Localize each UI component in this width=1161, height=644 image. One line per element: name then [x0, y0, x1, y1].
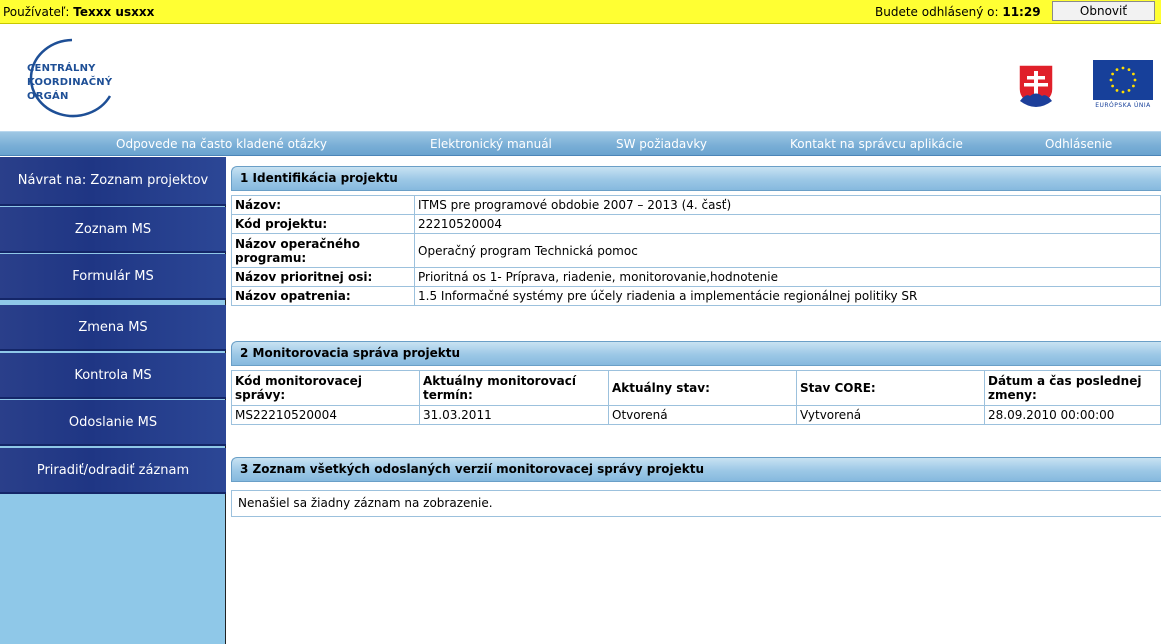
- monitoring-report-table: Kód monitorovacej správy: Aktuálny monit…: [231, 370, 1161, 425]
- cell-current-state: Otvorená: [608, 405, 797, 425]
- user-name: Texxx usxxx: [73, 5, 155, 19]
- table-row[interactable]: MS22210520004 31.03.2011 Otvorená Vytvor…: [231, 405, 1161, 425]
- nav-faq[interactable]: Odpovede na často kladené otázky: [116, 137, 327, 151]
- col-core-state: Stav CORE:: [796, 370, 985, 406]
- value-operational-programme: Operačný program Technická pomoc: [414, 233, 1161, 268]
- table-header-row: Kód monitorovacej správy: Aktuálny monit…: [231, 370, 1161, 406]
- label-name: Názov:: [231, 195, 415, 215]
- logo-line-2: KOORDINAČNÝ: [27, 77, 113, 88]
- user-info: Používateľ: Texxx usxxx: [3, 5, 154, 19]
- top-bar: Používateľ: Texxx usxxx Budete odhlásený…: [0, 0, 1161, 24]
- sidebar-item-ms-send[interactable]: Odoslanie MS: [0, 400, 226, 446]
- nav-contact-admin[interactable]: Kontakt na správcu aplikácie: [790, 137, 963, 151]
- section-2-header: 2 Monitorovacia správa projektu: [231, 341, 1161, 366]
- sidebar-item-ms-change[interactable]: Zmena MS: [0, 305, 226, 351]
- main-content: 1 Identifikácia projektu Názov: ITMS pre…: [226, 157, 1161, 644]
- cell-core-state: Vytvorená: [796, 405, 985, 425]
- value-measure: 1.5 Informačné systémy pre účely riadeni…: [414, 286, 1161, 306]
- slovak-emblem-icon: [1018, 64, 1054, 108]
- cell-last-change: 28.09.2010 00:00:00: [984, 405, 1161, 425]
- value-project-code: 22210520004: [414, 214, 1161, 234]
- nav-manual[interactable]: Elektronický manuál: [430, 137, 552, 151]
- logout-time: 11:29: [1002, 5, 1041, 19]
- col-current-term: Aktuálny monitorovací termín:: [419, 370, 609, 406]
- col-report-code: Kód monitorovacej správy:: [231, 370, 420, 406]
- user-prefix: Používateľ:: [3, 5, 74, 19]
- label-project-code: Kód projektu:: [231, 214, 415, 234]
- section-3-header: 3 Zoznam všetkých odoslaných verzií moni…: [231, 457, 1161, 482]
- project-identification-table: Názov: ITMS pre programové obdobie 2007 …: [231, 195, 1161, 306]
- table-row: Názov: ITMS pre programové obdobie 2007 …: [231, 195, 1161, 215]
- col-current-state: Aktuálny stav:: [608, 370, 797, 406]
- logo-line-3: ORGÁN: [27, 91, 69, 102]
- table-row: Názov operačného programu: Operačný prog…: [231, 233, 1161, 268]
- value-name: ITMS pre programové obdobie 2007 – 2013 …: [414, 195, 1161, 215]
- sidebar-item-ms-list[interactable]: Zoznam MS: [0, 207, 226, 253]
- label-measure: Názov opatrenia:: [231, 286, 415, 306]
- table-row: Názov prioritnej osi: Prioritná os 1- Pr…: [231, 267, 1161, 287]
- cell-current-term: 31.03.2011: [419, 405, 609, 425]
- session-timeout: Budete odhlásený o: 11:29: [875, 5, 1041, 19]
- sidebar-item-assign-record[interactable]: Priradiť/odradiť záznam: [0, 448, 226, 494]
- table-row: Názov opatrenia: 1.5 Informačné systémy …: [231, 286, 1161, 306]
- sidebar-item-ms-form[interactable]: Formulár MS: [0, 254, 226, 300]
- table-row: Kód projektu: 22210520004: [231, 214, 1161, 234]
- logo: CENTRÁLNY KOORDINAČNÝ ORGÁN: [27, 62, 112, 104]
- nav-sw-requests[interactable]: SW požiadavky: [616, 137, 707, 151]
- label-operational-programme: Názov operačného programu:: [231, 233, 415, 268]
- eu-label: EURÓPSKA ÚNIA: [1095, 102, 1151, 109]
- value-priority-axis: Prioritná os 1- Príprava, riadenie, moni…: [414, 267, 1161, 287]
- top-navigation: Odpovede na často kladené otázky Elektro…: [0, 131, 1161, 156]
- nav-logout[interactable]: Odhlásenie: [1045, 137, 1112, 151]
- logout-prefix: Budete odhlásený o:: [875, 5, 1003, 19]
- sidebar-item-back-to-projects[interactable]: Návrat na: Zoznam projektov: [0, 157, 226, 206]
- empty-message: Nenašiel sa žiadny záznam na zobrazenie.: [231, 490, 1161, 517]
- section-1-header: 1 Identifikácia projektu: [231, 166, 1161, 191]
- header: [0, 25, 1161, 128]
- label-priority-axis: Názov prioritnej osi:: [231, 267, 415, 287]
- col-last-change: Dátum a čas poslednej zmeny:: [984, 370, 1161, 406]
- eu-flag-icon: [1093, 60, 1153, 100]
- logo-line-1: CENTRÁLNY: [27, 63, 96, 74]
- cell-report-code: MS22210520004: [231, 405, 420, 425]
- sidebar-item-ms-check[interactable]: Kontrola MS: [0, 353, 226, 399]
- sidebar: Návrat na: Zoznam projektov Zoznam MS Fo…: [0, 157, 226, 644]
- refresh-button[interactable]: Obnoviť: [1052, 1, 1155, 21]
